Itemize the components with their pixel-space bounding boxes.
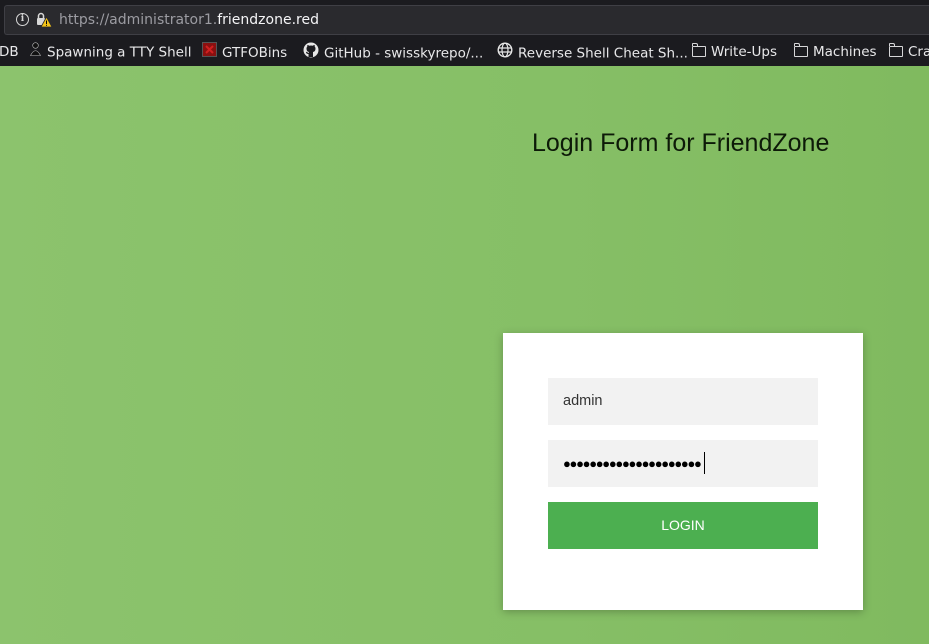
bookmark-github-swisskyrepo[interactable]: GitHub - swisskyrepo/... [303,42,483,63]
bookmark-db[interactable]: DB [0,43,19,61]
page-content: Login Form for FriendZone admin ●●●●●●●●… [0,66,929,644]
password-mask: ●●●●●●●●●●●●●●●●●●●●● [563,456,702,471]
browser-chrome: i https://administrator1.friendzone.red … [0,0,929,66]
dark-figure-icon [29,42,42,61]
bookmark-reverse-shell-cheat-sheet[interactable]: Reverse Shell Cheat Sh... [497,42,688,63]
github-icon [303,42,319,63]
password-input[interactable]: ●●●●●●●●●●●●●●●●●●●●● [548,440,818,487]
username-value: admin [563,393,603,409]
folder-icon [691,42,706,57]
username-input[interactable]: admin [548,378,818,425]
text-caret [703,452,705,475]
bookmark-gtfobins[interactable]: GTFOBins [202,42,287,62]
page-title: Login Form for FriendZone [532,129,830,157]
red-square-icon [202,42,217,62]
bookmark-folder-cra[interactable]: Cra [888,42,929,61]
insecure-lock-icon[interactable] [35,11,53,29]
login-button[interactable]: LOGIN [548,502,818,549]
folder-icon [793,42,808,57]
bookmark-folder-write-ups[interactable]: Write-Ups [691,42,777,61]
folder-icon [888,42,903,57]
info-icon[interactable]: i [16,13,29,26]
bookmark-folder-machines[interactable]: Machines [793,42,877,61]
url-text[interactable]: https://administrator1.friendzone.red [59,12,319,29]
bookmarks-toolbar: DB Spawning a TTY Shell GTFOBins GitHub … [0,38,929,66]
globe-icon [497,42,513,63]
login-form: admin ●●●●●●●●●●●●●●●●●●●●● LOGIN [503,333,863,610]
bookmark-spawning-tty-shell[interactable]: Spawning a TTY Shell [29,42,191,61]
address-bar[interactable]: i https://administrator1.friendzone.red [4,5,929,35]
